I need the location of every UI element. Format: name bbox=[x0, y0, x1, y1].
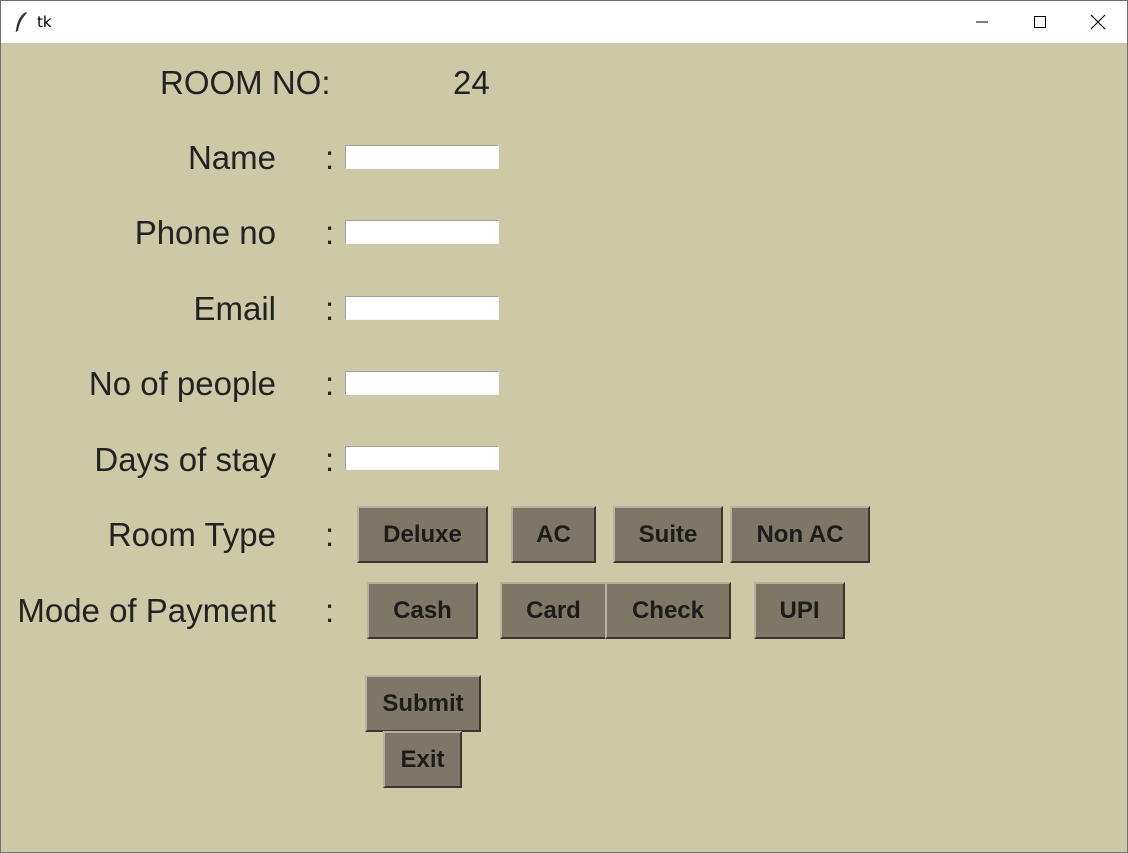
window-title: tk bbox=[37, 13, 52, 31]
exit-button[interactable]: Exit bbox=[383, 731, 462, 788]
name-colon: : bbox=[325, 139, 335, 176]
ac-button[interactable]: AC bbox=[511, 506, 596, 563]
room-type-colon: : bbox=[325, 516, 335, 553]
suite-button[interactable]: Suite bbox=[613, 506, 723, 563]
days-colon: : bbox=[325, 441, 335, 478]
close-icon bbox=[1090, 14, 1106, 30]
close-button[interactable] bbox=[1069, 1, 1127, 43]
payment-colon: : bbox=[325, 592, 335, 629]
room-type-label: Room Type bbox=[107, 516, 276, 553]
phone-label: Phone no bbox=[134, 214, 276, 251]
app-window: tk ROOM NO: 24 Name : Phone no : Email :… bbox=[0, 0, 1128, 853]
booking-form: ROOM NO: 24 Name : Phone no : Email : No… bbox=[1, 44, 1127, 852]
non-ac-button[interactable]: Non AC bbox=[730, 506, 870, 563]
title-bar[interactable]: tk bbox=[1, 1, 1127, 43]
upi-button[interactable]: UPI bbox=[754, 582, 845, 639]
minimize-button[interactable] bbox=[953, 1, 1011, 43]
email-input[interactable] bbox=[345, 296, 499, 320]
cash-button[interactable]: Cash bbox=[367, 582, 478, 639]
room-no-value: 24 bbox=[453, 64, 490, 101]
card-button[interactable]: Card bbox=[500, 582, 607, 639]
check-button[interactable]: Check bbox=[605, 582, 731, 639]
room-no-label: ROOM NO: bbox=[160, 64, 331, 101]
name-label: Name bbox=[187, 139, 276, 176]
phone-input[interactable] bbox=[345, 220, 499, 244]
maximize-button[interactable] bbox=[1011, 1, 1069, 43]
email-colon: : bbox=[325, 290, 335, 327]
deluxe-button[interactable]: Deluxe bbox=[357, 506, 488, 563]
minimize-icon bbox=[976, 21, 988, 23]
people-input[interactable] bbox=[345, 371, 499, 395]
submit-button[interactable]: Submit bbox=[365, 675, 481, 732]
tk-feather-icon bbox=[15, 12, 27, 33]
phone-colon: : bbox=[325, 214, 335, 251]
days-input[interactable] bbox=[345, 446, 499, 470]
people-colon: : bbox=[325, 365, 335, 402]
email-label: Email bbox=[193, 290, 276, 327]
payment-label: Mode of Payment bbox=[17, 592, 276, 629]
people-label: No of people bbox=[88, 365, 276, 402]
name-input[interactable] bbox=[345, 145, 499, 169]
maximize-icon bbox=[1034, 16, 1046, 28]
days-label: Days of stay bbox=[94, 441, 276, 478]
